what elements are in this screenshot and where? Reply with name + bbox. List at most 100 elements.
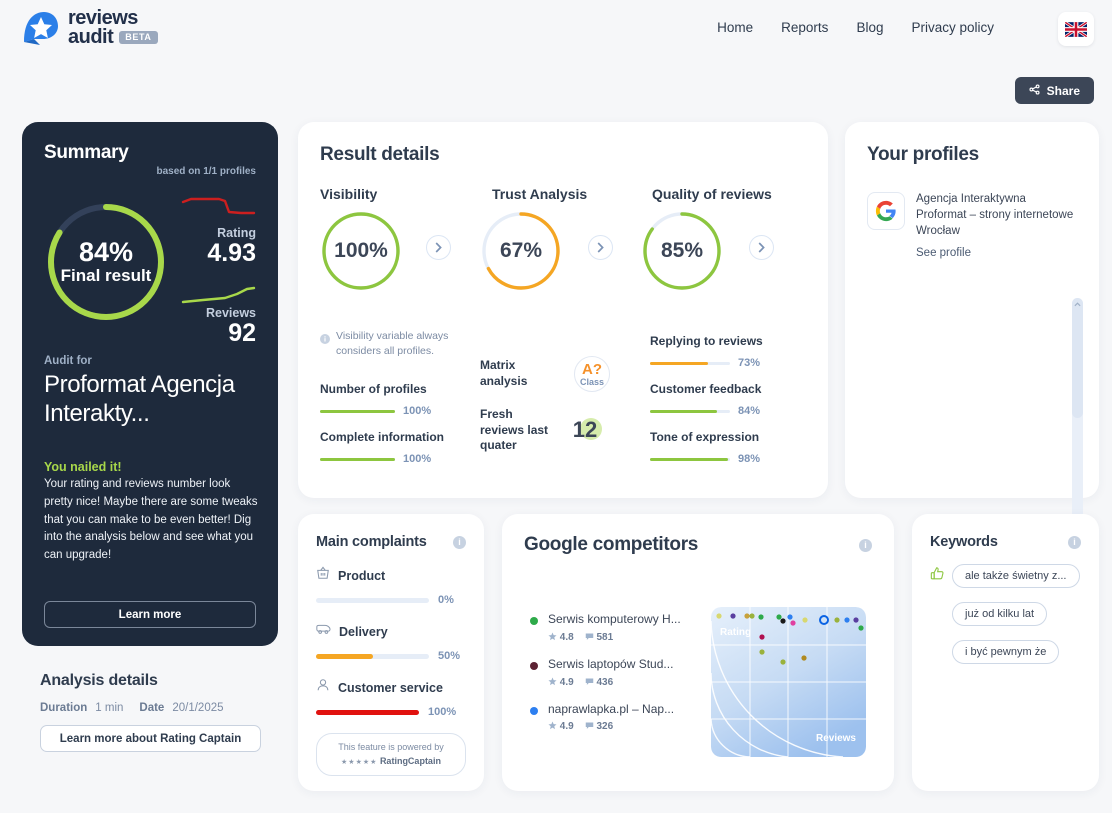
star-icon xyxy=(548,677,557,685)
fresh-reviews-value: 12 xyxy=(572,417,598,443)
nav-item-reports[interactable]: Reports xyxy=(781,20,828,35)
complaint-percent: 0% xyxy=(438,594,454,606)
rating-value: 4.93 xyxy=(207,238,256,267)
stars-icon: ★★★★★ xyxy=(341,758,378,766)
visibility-details-button[interactable] xyxy=(426,235,451,260)
keyword-pill[interactable]: i być pewnym że xyxy=(952,640,1060,664)
competitor-rating: 4.9 xyxy=(548,677,574,688)
result-details-card: Result details Visibility Trust Analysis… xyxy=(298,122,828,498)
keyword-row: już od kilku lat xyxy=(952,602,1081,626)
keyword-row: i być pewnym że xyxy=(952,640,1081,664)
date-label: Date xyxy=(139,702,165,714)
duration-value: 1 min xyxy=(95,702,124,714)
bar-label: Replying to reviews xyxy=(650,334,763,348)
profiles-scrollbar-thumb[interactable] xyxy=(1072,298,1083,418)
language-switcher[interactable] xyxy=(1058,12,1094,46)
matrix-x-axis-label: Reviews xyxy=(816,733,856,744)
bar-label: Tone of expression xyxy=(650,430,760,444)
chevron-right-icon xyxy=(435,242,442,253)
competitor-item[interactable]: Serwis laptopów Stud... 4.9 436 xyxy=(530,657,700,688)
comment-icon xyxy=(585,722,593,730)
fresh-reviews-label: Fresh reviews last quater xyxy=(480,407,549,453)
complaint-delivery: Delivery 50% xyxy=(316,622,466,662)
google-icon xyxy=(867,192,905,230)
keyword-pill[interactable]: już od kilku lat xyxy=(952,602,1048,626)
chevron-right-icon xyxy=(758,242,765,253)
profiles-scrollbar[interactable] xyxy=(1072,298,1083,526)
bar-percent: 100% xyxy=(403,453,432,465)
info-icon[interactable]: i xyxy=(859,538,872,552)
share-icon xyxy=(1029,83,1040,98)
summary-based-on: based on 1/1 profiles xyxy=(156,166,256,177)
bar-percent: 73% xyxy=(738,357,761,369)
matrix-y-axis-label: Rating xyxy=(720,627,751,638)
competitor-reviews: 326 xyxy=(585,721,613,732)
info-icon[interactable]: i xyxy=(1068,535,1081,549)
bar-percent: 98% xyxy=(738,453,761,465)
nav-item-blog[interactable]: Blog xyxy=(856,20,883,35)
final-result-percent: 84% xyxy=(78,236,134,267)
your-profiles-card: Your profiles Agencja Interaktywna Profo… xyxy=(845,122,1099,526)
main-nav: Home Reports Blog Privacy policy xyxy=(717,20,994,35)
star-icon xyxy=(548,632,557,640)
complaint-percent: 50% xyxy=(438,650,461,662)
quality-of-reviews-donut: 85% xyxy=(641,210,723,292)
summary-card: Summary based on 1/1 profiles 84% Final … xyxy=(22,122,278,646)
site-header: reviews audit BETA Home Reports Blog Pri… xyxy=(0,0,1112,58)
person-icon xyxy=(316,678,330,697)
keywords-card: Keywords i ale także świetny z... już od… xyxy=(912,514,1099,791)
trust-analysis-column-title: Trust Analysis xyxy=(492,186,588,202)
fresh-reviews-item: Fresh reviews last quater 12 xyxy=(480,407,602,454)
complaint-label: Product xyxy=(338,568,386,583)
visibility-column-title: Visibility xyxy=(320,186,378,202)
competitor-item[interactable]: naprawlapka.pl – Nap... 4.9 326 xyxy=(530,701,700,732)
quality-of-reviews-details-button[interactable] xyxy=(749,235,774,260)
summary-learn-more-button[interactable]: Learn more xyxy=(44,601,256,628)
competitor-item[interactable]: Serwis komputerowy H... 4.8 581 xyxy=(530,612,700,643)
delivery-van-icon xyxy=(316,622,331,641)
matrix-analysis-label: Matrix analysis xyxy=(480,358,528,388)
keyword-pill[interactable]: ale także świetny z... xyxy=(952,564,1080,588)
bar-complete-information: Complete information 100% xyxy=(320,430,455,465)
duration-label: Duration xyxy=(40,702,88,714)
trust-analysis-details-button[interactable] xyxy=(588,235,613,260)
matrix-analysis-item: Matrix analysis A? Class xyxy=(480,356,610,392)
trust-analysis-donut-value: 67% xyxy=(499,239,543,262)
nav-item-privacy-policy[interactable]: Privacy policy xyxy=(911,20,994,35)
final-result-donut: 84% Final result xyxy=(44,200,168,324)
visibility-donut-value: 100% xyxy=(334,239,388,262)
logo-text-audit: audit xyxy=(68,26,114,48)
matrix-analysis-class-badge: A? Class xyxy=(574,356,610,392)
keywords-title: Keywords xyxy=(930,534,998,550)
see-profile-link[interactable]: See profile xyxy=(916,247,971,259)
analysis-details-row: Duration 1 min Date 20/1/2025 xyxy=(40,702,290,714)
info-icon[interactable]: i xyxy=(453,535,466,549)
learn-more-rating-captain-button[interactable]: Learn more about Rating Captain xyxy=(40,725,261,752)
competitor-matrix-chart[interactable]: Rating Reviews xyxy=(711,607,866,757)
comment-icon xyxy=(585,678,593,685)
class-badge-caption: Class xyxy=(579,376,605,387)
reviews-value: 92 xyxy=(228,318,256,347)
bar-number-of-profiles: Number of profiles 100% xyxy=(320,382,450,417)
keyword-row: ale także świetny z... xyxy=(930,564,1081,588)
complaint-label: Customer service xyxy=(338,680,443,695)
visibility-note: Visibility variable always considers all… xyxy=(320,329,472,359)
fresh-reviews-value-badge: 12 xyxy=(570,415,602,445)
result-details-title: Result details xyxy=(320,144,440,165)
share-button-label: Share xyxy=(1046,83,1080,98)
google-competitors-card: Google competitors i Serwis komputerowy … xyxy=(502,514,894,791)
profile-item: Agencja Interaktywna Proformat – strony … xyxy=(867,192,1077,261)
competitor-name: naprawlapka.pl – Nap... xyxy=(548,701,675,716)
bar-label: Customer feedback xyxy=(650,382,762,396)
class-badge-value: A? xyxy=(582,360,602,378)
audit-for-label: Audit for xyxy=(44,355,92,367)
rating-sparkline xyxy=(181,196,256,229)
basket-icon xyxy=(316,566,330,585)
summary-title: Summary xyxy=(44,142,129,163)
nav-item-home[interactable]: Home xyxy=(717,20,753,35)
competitor-reviews: 581 xyxy=(585,632,613,643)
visibility-donut: 100% xyxy=(320,210,402,292)
share-button[interactable]: Share xyxy=(1014,77,1094,104)
logo[interactable]: reviews audit BETA xyxy=(20,8,158,48)
competitor-reviews: 436 xyxy=(585,677,613,688)
